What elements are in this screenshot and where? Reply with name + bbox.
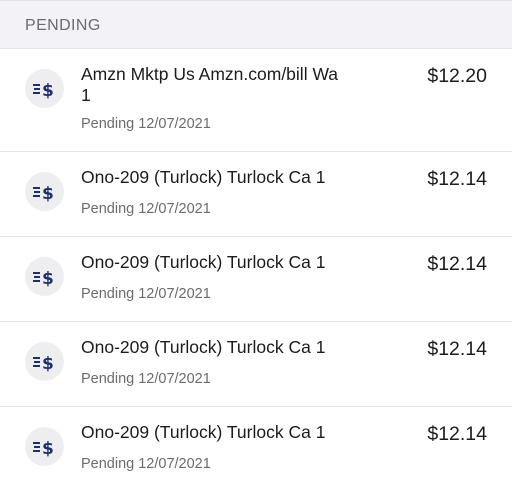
transaction-row[interactable]: $ Amzn Mktp Us Amzn.com/bill Wa 1 Pendin… [0, 49, 512, 152]
transaction-status: Pending 12/07/2021 [81, 371, 211, 387]
section-title: PENDING [25, 17, 101, 34]
transaction-description: Ono-209 (Turlock) Turlock Ca 1 [81, 252, 326, 272]
transaction-row[interactable]: $ Ono-209 (Turlock) Turlock Ca 1 Pending… [0, 152, 512, 237]
transaction-description: Ono-209 (Turlock) Turlock Ca 1 [81, 337, 326, 357]
pending-payment-icon: $ [25, 257, 64, 296]
transaction-row[interactable]: $ Ono-209 (Turlock) Turlock Ca 1 Pending… [0, 237, 512, 322]
section-header: PENDING [0, 0, 512, 49]
transaction-amount: $12.20 [427, 65, 487, 87]
svg-text:$: $ [42, 269, 54, 288]
transaction-status: Pending 12/07/2021 [81, 201, 211, 217]
pending-payment-icon: $ [25, 69, 64, 108]
transaction-status: Pending 12/07/2021 [81, 286, 211, 302]
transaction-list: $ Amzn Mktp Us Amzn.com/bill Wa 1 Pendin… [0, 49, 512, 490]
transaction-status: Pending 12/07/2021 [81, 116, 211, 132]
transaction-description: Ono-209 (Turlock) Turlock Ca 1 [81, 422, 326, 442]
transaction-description: Amzn Mktp Us Amzn.com/bill Wa 1 [81, 64, 339, 105]
svg-text:$: $ [42, 439, 54, 458]
svg-text:$: $ [42, 81, 54, 100]
transaction-row[interactable]: $ Ono-209 (Turlock) Turlock Ca 1 Pending… [0, 322, 512, 407]
transaction-amount: $12.14 [427, 253, 487, 275]
pending-payment-icon: $ [25, 427, 64, 466]
transaction-amount: $12.14 [427, 168, 487, 190]
transaction-row[interactable]: $ Ono-209 (Turlock) Turlock Ca 1 Pending… [0, 407, 512, 490]
transaction-amount: $12.14 [427, 423, 487, 445]
svg-text:$: $ [42, 354, 54, 373]
pending-payment-icon: $ [25, 342, 64, 381]
svg-text:$: $ [42, 184, 54, 203]
transaction-status: Pending 12/07/2021 [81, 456, 211, 472]
pending-payment-icon: $ [25, 172, 64, 211]
transaction-description: Ono-209 (Turlock) Turlock Ca 1 [81, 167, 326, 187]
pending-transactions-screen: PENDING $ Amzn Mktp Us Amzn.com/bill Wa … [0, 0, 512, 490]
transaction-amount: $12.14 [427, 338, 487, 360]
